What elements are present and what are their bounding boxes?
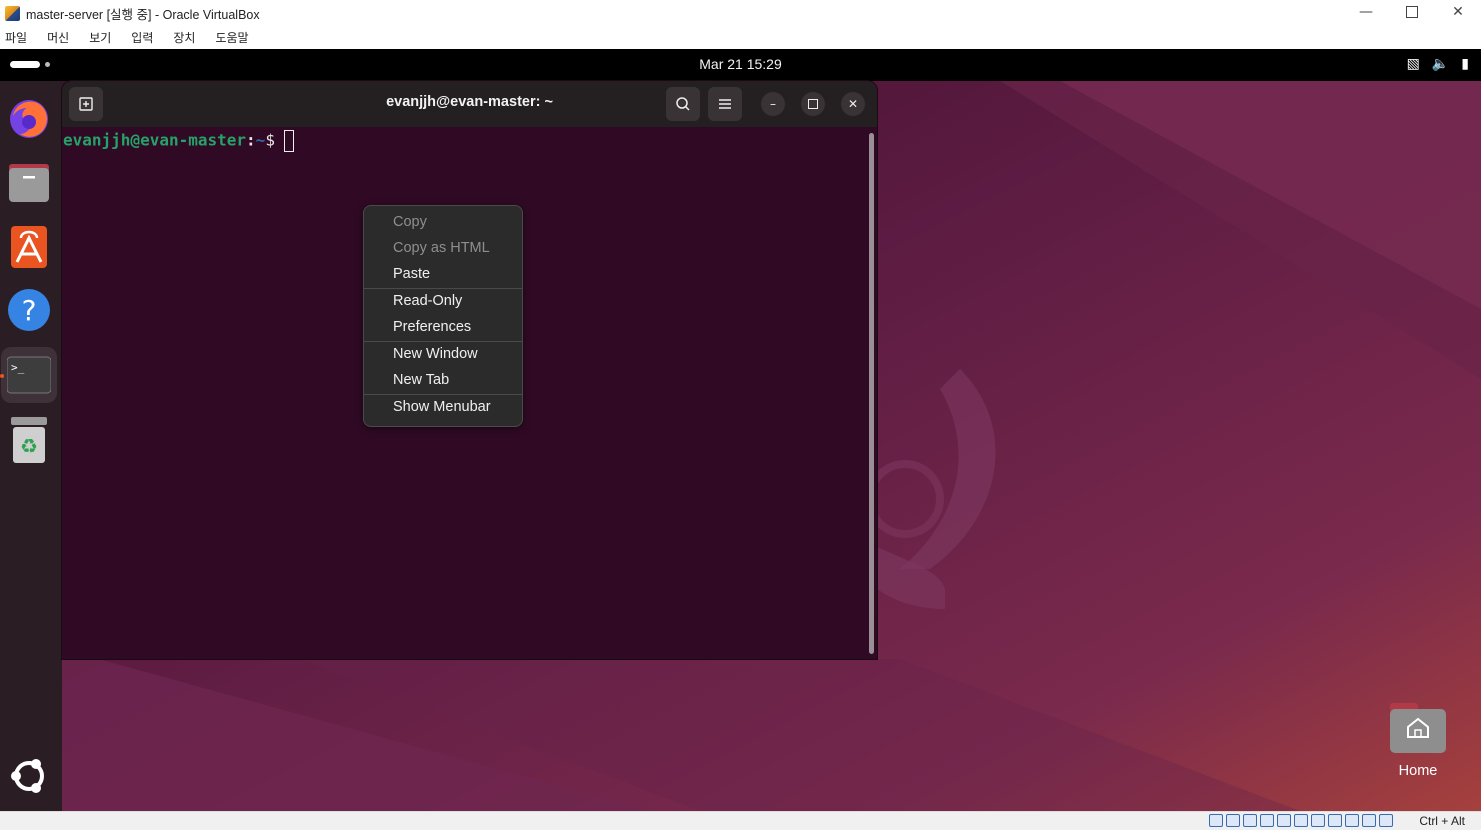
context-menu: Copy Copy as HTML Paste Read-Only Prefer… bbox=[363, 205, 523, 427]
close-button[interactable]: ✕ bbox=[1435, 0, 1481, 24]
menu-separator bbox=[364, 394, 522, 395]
maximize-button[interactable] bbox=[1389, 0, 1435, 24]
menu-file[interactable]: 파일 bbox=[0, 29, 32, 46]
gnome-top-bar: Mar 21 15:29 ▧ 🔈 ▮ bbox=[0, 49, 1481, 81]
network-icon: ▧ bbox=[1406, 56, 1420, 72]
minimize-button[interactable]: — bbox=[1343, 0, 1389, 24]
host-menubar: 파일 머신 보기 입력 장치 도움말 bbox=[0, 26, 1481, 49]
mouse-integration-icon[interactable] bbox=[1362, 814, 1376, 827]
prompt-path: ~ bbox=[255, 130, 266, 150]
menu-button[interactable] bbox=[708, 87, 742, 121]
shell-prompt: evanjjh@evan-master:~$ bbox=[63, 130, 294, 152]
menu-separator bbox=[364, 288, 522, 289]
desktop-home-folder[interactable]: Home bbox=[1386, 701, 1450, 781]
audio-icon[interactable] bbox=[1243, 814, 1257, 827]
terminal-title: evanjjh@evan-master: ~ bbox=[386, 94, 553, 110]
maximize-icon bbox=[1406, 6, 1418, 18]
host-key-label: Ctrl + Alt bbox=[1419, 814, 1465, 828]
menu-item-preferences[interactable]: Preferences bbox=[393, 319, 471, 335]
menu-view[interactable]: 보기 bbox=[84, 29, 116, 46]
terminal-headerbar[interactable]: evanjjh@evan-master: ~ – ✕ bbox=[62, 81, 877, 127]
host-titlebar: master-server [실행 중] - Oracle VirtualBox… bbox=[0, 0, 1481, 26]
svg-text:>_: >_ bbox=[11, 361, 25, 374]
text-cursor bbox=[283, 130, 294, 152]
menu-machine[interactable]: 머신 bbox=[42, 29, 74, 46]
cpu-icon[interactable] bbox=[1345, 814, 1359, 827]
menu-item-paste[interactable]: Paste bbox=[393, 266, 430, 282]
menu-item-show-menubar[interactable]: Show Menubar bbox=[393, 399, 491, 415]
dock-item-app-center[interactable] bbox=[6, 223, 52, 269]
menu-help[interactable]: 도움말 bbox=[210, 29, 253, 46]
dock-item-firefox[interactable] bbox=[6, 95, 52, 141]
dock-item-help[interactable]: ? bbox=[6, 287, 52, 333]
maximize-icon bbox=[808, 99, 818, 109]
app-center-icon bbox=[11, 226, 47, 268]
close-icon: ✕ bbox=[1452, 4, 1464, 20]
prompt-sign: $ bbox=[265, 130, 275, 150]
menu-item-copy[interactable]: Copy bbox=[393, 214, 427, 230]
ubuntu-logo-icon bbox=[11, 759, 44, 793]
firefox-icon bbox=[10, 100, 48, 138]
dock: ? >_ ♻ bbox=[0, 81, 62, 811]
vm-status-icons bbox=[1209, 814, 1393, 827]
display-icon[interactable] bbox=[1311, 814, 1325, 827]
host-statusbar: Ctrl + Alt bbox=[0, 811, 1481, 830]
terminal-icon: >_ bbox=[7, 356, 51, 394]
search-button[interactable] bbox=[666, 87, 700, 121]
optical-drive-icon[interactable] bbox=[1226, 814, 1240, 827]
menu-item-copy-as-html[interactable]: Copy as HTML bbox=[393, 240, 490, 256]
terminal-maximize-button[interactable] bbox=[801, 92, 825, 116]
dock-item-files[interactable] bbox=[6, 159, 52, 205]
running-indicator bbox=[0, 374, 4, 378]
terminal-close-button[interactable]: ✕ bbox=[841, 92, 865, 116]
trash-icon: ♻ bbox=[11, 417, 47, 463]
files-icon bbox=[9, 164, 49, 202]
volume-icon: 🔈 bbox=[1431, 56, 1450, 72]
shared-folder-icon[interactable] bbox=[1294, 814, 1308, 827]
search-icon bbox=[676, 97, 690, 111]
harddisk-icon[interactable] bbox=[1209, 814, 1223, 827]
svg-text:♻: ♻ bbox=[20, 434, 38, 458]
prompt-user-host: evanjjh@evan-master bbox=[63, 130, 247, 150]
virtualbox-logo-icon bbox=[5, 5, 20, 21]
system-tray[interactable]: ▧ 🔈 ▮ bbox=[1407, 56, 1469, 72]
menu-item-read-only[interactable]: Read-Only bbox=[393, 293, 462, 309]
network-adapter-icon[interactable] bbox=[1260, 814, 1274, 827]
menu-input[interactable]: 입력 bbox=[126, 29, 158, 46]
help-icon: ? bbox=[8, 289, 50, 331]
guest-display[interactable]: Mar 21 15:29 ▧ 🔈 ▮ ? >_ ♻ evanjjh@evan-m… bbox=[0, 49, 1481, 811]
clock[interactable]: Mar 21 15:29 bbox=[0, 56, 1481, 72]
host-window-controls: — ✕ bbox=[1343, 0, 1481, 26]
dock-item-show-apps[interactable] bbox=[6, 753, 52, 799]
home-folder-label: Home bbox=[1398, 763, 1438, 779]
battery-icon: ▮ bbox=[1461, 56, 1469, 72]
svg-text:?: ? bbox=[22, 294, 37, 327]
dock-item-trash[interactable]: ♻ bbox=[6, 417, 52, 463]
home-folder-icon bbox=[1390, 703, 1446, 753]
usb-icon[interactable] bbox=[1277, 814, 1291, 827]
dock-item-terminal[interactable]: >_ bbox=[1, 347, 57, 403]
close-icon: ✕ bbox=[847, 97, 859, 111]
menu-separator bbox=[364, 341, 522, 342]
menu-item-new-tab[interactable]: New Tab bbox=[393, 372, 449, 388]
host-window-title: master-server [실행 중] - Oracle VirtualBox bbox=[26, 7, 260, 22]
prompt-colon: : bbox=[246, 130, 256, 150]
terminal-minimize-button[interactable]: – bbox=[761, 92, 785, 116]
recording-icon[interactable] bbox=[1328, 814, 1342, 827]
hamburger-icon bbox=[719, 99, 731, 109]
terminal-scrollbar[interactable] bbox=[869, 133, 874, 654]
menu-devices[interactable]: 장치 bbox=[168, 29, 200, 46]
minimize-icon: — bbox=[1359, 4, 1373, 20]
minimize-icon: – bbox=[770, 97, 776, 111]
menu-item-new-window[interactable]: New Window bbox=[393, 346, 478, 362]
keyboard-icon[interactable] bbox=[1379, 814, 1393, 827]
